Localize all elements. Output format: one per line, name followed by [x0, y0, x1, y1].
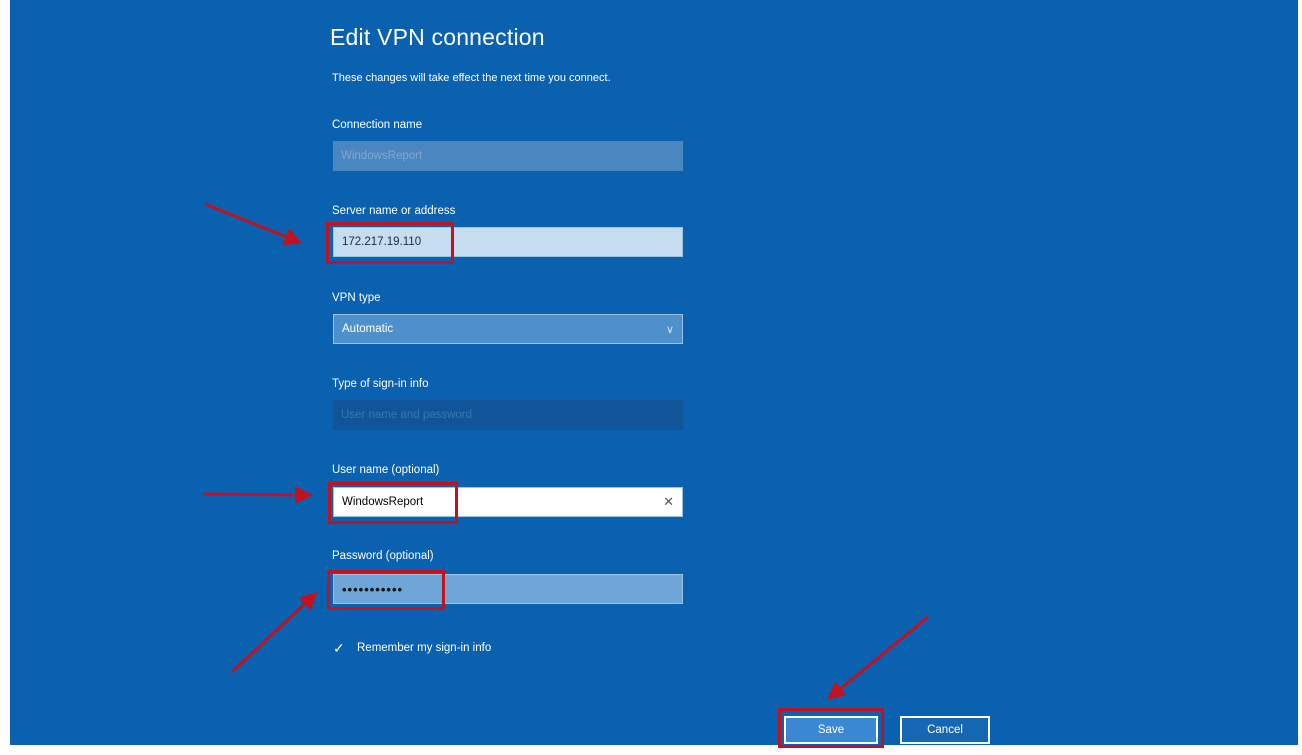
save-button[interactable]: Save — [784, 716, 878, 744]
screenshot-canvas: Edit VPN connection These changes will t… — [0, 0, 1302, 755]
dialog-title: Edit VPN connection — [330, 24, 545, 50]
connection-name-label: Connection name — [332, 119, 423, 131]
check-icon: ✓ — [333, 640, 345, 656]
chevron-down-icon: ∨ — [665, 323, 674, 336]
username-field[interactable]: WindowsReport ✕ — [333, 487, 683, 517]
vpn-type-value: Automatic — [342, 323, 394, 335]
connection-name-value: WindowsReport — [341, 150, 423, 162]
server-name-label: Server name or address — [332, 205, 456, 217]
password-value: ••••••••••• — [342, 581, 404, 597]
edit-vpn-dialog: Edit VPN connection These changes will t… — [10, 0, 1298, 745]
close-icon[interactable]: ✕ — [663, 494, 674, 510]
server-name-field[interactable]: 172.217.19.110 — [333, 227, 683, 257]
server-name-value: 172.217.19.110 — [342, 236, 422, 248]
vpn-type-label: VPN type — [332, 292, 381, 304]
sign-in-type-label: Type of sign-in info — [332, 378, 429, 390]
password-label: Password (optional) — [332, 550, 434, 562]
username-value: WindowsReport — [342, 496, 424, 508]
remember-sign-in-label: Remember my sign-in info — [357, 642, 492, 654]
cancel-button[interactable]: Cancel — [900, 716, 990, 744]
sign-in-type-value: User name and password — [341, 409, 473, 421]
connection-name-field: WindowsReport — [333, 141, 683, 171]
dialog-subtitle: These changes will take effect the next … — [332, 72, 611, 84]
password-field[interactable]: ••••••••••• — [333, 574, 683, 604]
sign-in-type-dropdown: User name and password — [333, 400, 683, 430]
vpn-type-dropdown[interactable]: Automatic ∨ — [333, 314, 683, 344]
username-label: User name (optional) — [332, 464, 440, 476]
remember-sign-in-checkbox[interactable]: ✓ Remember my sign-in info — [333, 640, 491, 656]
